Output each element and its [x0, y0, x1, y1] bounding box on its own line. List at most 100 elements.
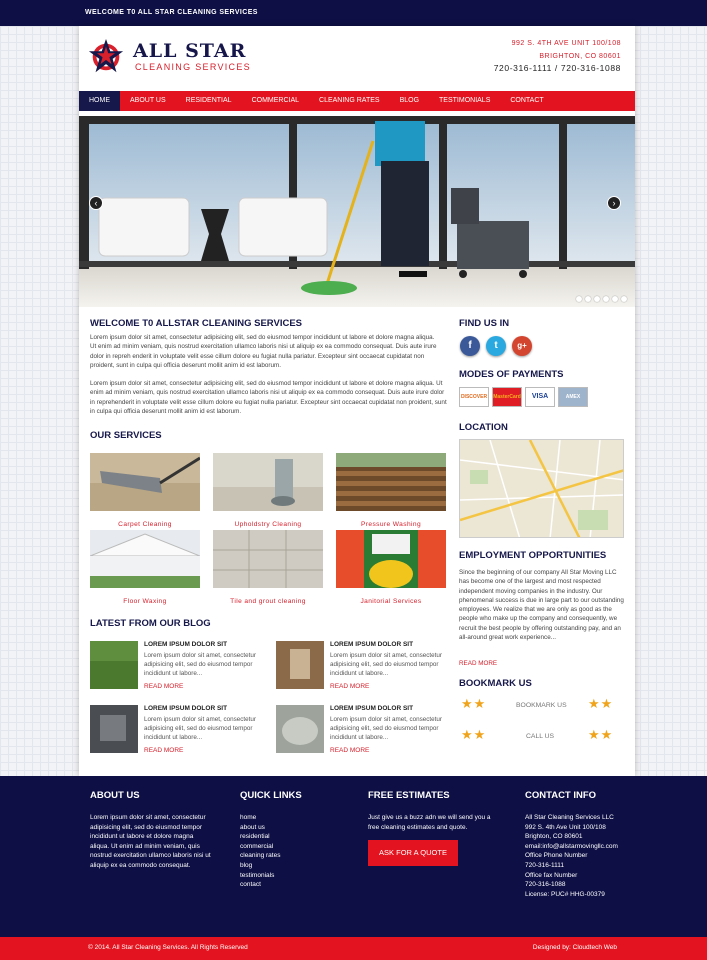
- logo-title[interactable]: ALL STAR: [133, 40, 246, 62]
- blog-thumbnail-upholstery: [90, 705, 138, 753]
- ask-for-quote-button[interactable]: ASK FOR A QUOTE: [368, 840, 458, 866]
- footer-contact-line: 720-316-1088: [525, 881, 566, 889]
- footer-link-home[interactable]: home: [240, 813, 256, 823]
- payments-title: MODES OF PAYMENTS: [459, 369, 564, 380]
- header-address-line1: 992 S. 4TH AVE UNIT 100/108: [511, 40, 621, 47]
- designer-credit-link[interactable]: Designed by: Cloudtech Web: [533, 944, 617, 951]
- footer-contact-line: Office fax Number: [525, 871, 578, 879]
- blog-post[interactable]: LOREM IPSUM DOLOR SIT Lorem ipsum dolor …: [90, 641, 270, 691]
- nav-blog[interactable]: BLOG: [390, 91, 429, 111]
- star-icon: ★★: [461, 696, 487, 711]
- service-upholstery-cleaning[interactable]: Upholdstry Cleaning: [213, 453, 323, 528]
- nav-commercial[interactable]: COMMERCIAL: [242, 91, 309, 111]
- map-image: [460, 440, 623, 537]
- footer-links-title: QUICK LINKS: [240, 790, 302, 801]
- footer-link-cleaning-rates[interactable]: cleaning rates: [240, 851, 280, 861]
- slider-dot[interactable]: [594, 296, 600, 302]
- slider-dots: [576, 296, 627, 302]
- bottom-bar: © 2014. All Star Cleaning Services. All …: [0, 937, 707, 960]
- blog-thumbnail-carpet: [276, 641, 324, 689]
- welcome-title: WELCOME T0 ALLSTAR CLEANING SERVICES: [90, 318, 303, 329]
- blog-post[interactable]: LOREM IPSUM DOLOR SIT Lorem ipsum dolor …: [276, 641, 456, 691]
- service-tile-grout[interactable]: Tile and grout cleaning: [213, 530, 323, 605]
- visa-card-icon: VISA: [525, 387, 555, 407]
- service-caption: Janitorial Services: [360, 598, 422, 605]
- footer-link-contact[interactable]: contact: [240, 880, 261, 890]
- nav-contact[interactable]: CONTACT: [500, 91, 553, 111]
- footer: ABOUT US Lorem ipsum dolor sit amet, con…: [0, 776, 707, 937]
- main-nav: HOME ABOUT US RESIDENTIAL COMMERCIAL CLE…: [79, 91, 635, 111]
- blog-thumbnail-grass: [90, 641, 138, 689]
- blog-read-more-link[interactable]: READ MORE: [330, 683, 369, 690]
- bookmark-title: BOOKMARK US: [459, 678, 532, 689]
- footer-contact-line: Office Phone Number: [525, 852, 588, 860]
- footer-contact-line: Brighton, CO 80601: [525, 833, 583, 841]
- star-icon: ★★: [588, 696, 614, 711]
- blog-post[interactable]: LOREM IPSUM DOLOR SIT Lorem ipsum dolor …: [90, 705, 270, 755]
- google-plus-icon[interactable]: g+: [512, 336, 532, 356]
- slider-next-button[interactable]: ›: [607, 196, 621, 210]
- footer-contact-title: CONTACT INFO: [525, 790, 597, 801]
- footer-contact-line: 992 S. 4th Ave Unit 100/108: [525, 823, 606, 831]
- discover-card-icon: DISCOVER: [459, 387, 489, 407]
- bookmark-us-link[interactable]: BOOKMARK US: [516, 702, 567, 709]
- blog-read-more-link[interactable]: READ MORE: [144, 683, 183, 690]
- blog-post-excerpt: Lorem ipsum dolor sit amet, consectetur …: [330, 716, 442, 741]
- blog-post-excerpt: Lorem ipsum dolor sit amet, consectetur …: [144, 716, 256, 741]
- top-welcome-bar: WELCOME T0 ALL STAR CLEANING SERVICES: [0, 0, 707, 26]
- hero-slider[interactable]: ‹ ›: [79, 116, 635, 307]
- service-pressure-washing[interactable]: Pressure Washing: [336, 453, 446, 528]
- carpet-cleaning-image: [90, 453, 201, 511]
- nav-home[interactable]: HOME: [79, 91, 120, 111]
- footer-link-about-us[interactable]: about us: [240, 823, 265, 833]
- slider-dot[interactable]: [585, 296, 591, 302]
- blog-read-more-link[interactable]: READ MORE: [144, 747, 183, 754]
- twitter-icon[interactable]: t: [486, 336, 506, 356]
- star-logo-icon[interactable]: [87, 38, 125, 76]
- service-caption: Floor Waxing: [123, 598, 167, 605]
- footer-contact-email[interactable]: email:info@allstarmovingllc.com: [525, 842, 618, 852]
- nav-about-us[interactable]: ABOUT US: [120, 91, 176, 111]
- floor-waxing-image: [89, 530, 201, 588]
- slider-prev-button[interactable]: ‹: [89, 196, 103, 210]
- footer-contact-line: All Star Cleaning Services LLC: [525, 814, 614, 821]
- call-us-link[interactable]: CALL US: [526, 733, 554, 740]
- tile-grout-image: [213, 530, 323, 588]
- blog-post-excerpt: Lorem ipsum dolor sit amet, consectetur …: [330, 652, 442, 677]
- janitorial-image: [336, 530, 446, 588]
- service-caption: Pressure Washing: [360, 521, 422, 528]
- copyright-text: © 2014. All Star Cleaning Services. All …: [88, 944, 248, 951]
- nav-testimonials[interactable]: TESTIMONIALS: [429, 91, 500, 111]
- footer-about-text: Lorem ipsum dolor sit amet, consectetur …: [90, 814, 211, 869]
- location-map[interactable]: [459, 439, 624, 538]
- blog-thumbnail-floor: [276, 705, 324, 753]
- nav-residential[interactable]: RESIDENTIAL: [176, 91, 242, 111]
- blog-post[interactable]: LOREM IPSUM DOLOR SIT Lorem ipsum dolor …: [276, 705, 456, 755]
- service-floor-waxing[interactable]: Floor Waxing: [89, 530, 201, 605]
- service-caption: Carpet Cleaning: [118, 521, 172, 528]
- slider-dot[interactable]: [612, 296, 618, 302]
- amex-card-icon: AMEX: [558, 387, 588, 407]
- blog-post-title: LOREM IPSUM DOLOR SIT: [144, 641, 228, 648]
- header-phones: 720-316-1111 / 720-316-1088: [493, 63, 621, 73]
- footer-link-testimonials[interactable]: testimonials: [240, 871, 274, 881]
- slider-dot[interactable]: [603, 296, 609, 302]
- blog-post-excerpt: Lorem ipsum dolor sit amet, consectetur …: [144, 652, 256, 677]
- footer-link-residential[interactable]: residential: [240, 832, 270, 842]
- slider-dot[interactable]: [621, 296, 627, 302]
- slider-dot[interactable]: [576, 296, 582, 302]
- service-carpet-cleaning[interactable]: Carpet Cleaning: [90, 453, 201, 528]
- hero-cleaning-image: [79, 116, 635, 307]
- star-icon: ★★: [461, 727, 487, 742]
- service-janitorial[interactable]: Janitorial Services: [336, 530, 446, 605]
- footer-link-blog[interactable]: blog: [240, 861, 252, 871]
- facebook-icon[interactable]: f: [460, 336, 480, 356]
- nav-cleaning-rates[interactable]: CLEANING RATES: [309, 91, 390, 111]
- employment-read-more-link[interactable]: READ MORE: [459, 659, 497, 668]
- services-title: OUR SERVICES: [90, 430, 162, 441]
- blog-post-title: LOREM IPSUM DOLOR SIT: [144, 705, 228, 712]
- employment-title: EMPLOYMENT OPPORTUNITIES: [459, 550, 607, 561]
- star-icon: ★★: [588, 727, 614, 742]
- blog-read-more-link[interactable]: READ MORE: [330, 747, 369, 754]
- footer-link-commercial[interactable]: commercial: [240, 842, 273, 852]
